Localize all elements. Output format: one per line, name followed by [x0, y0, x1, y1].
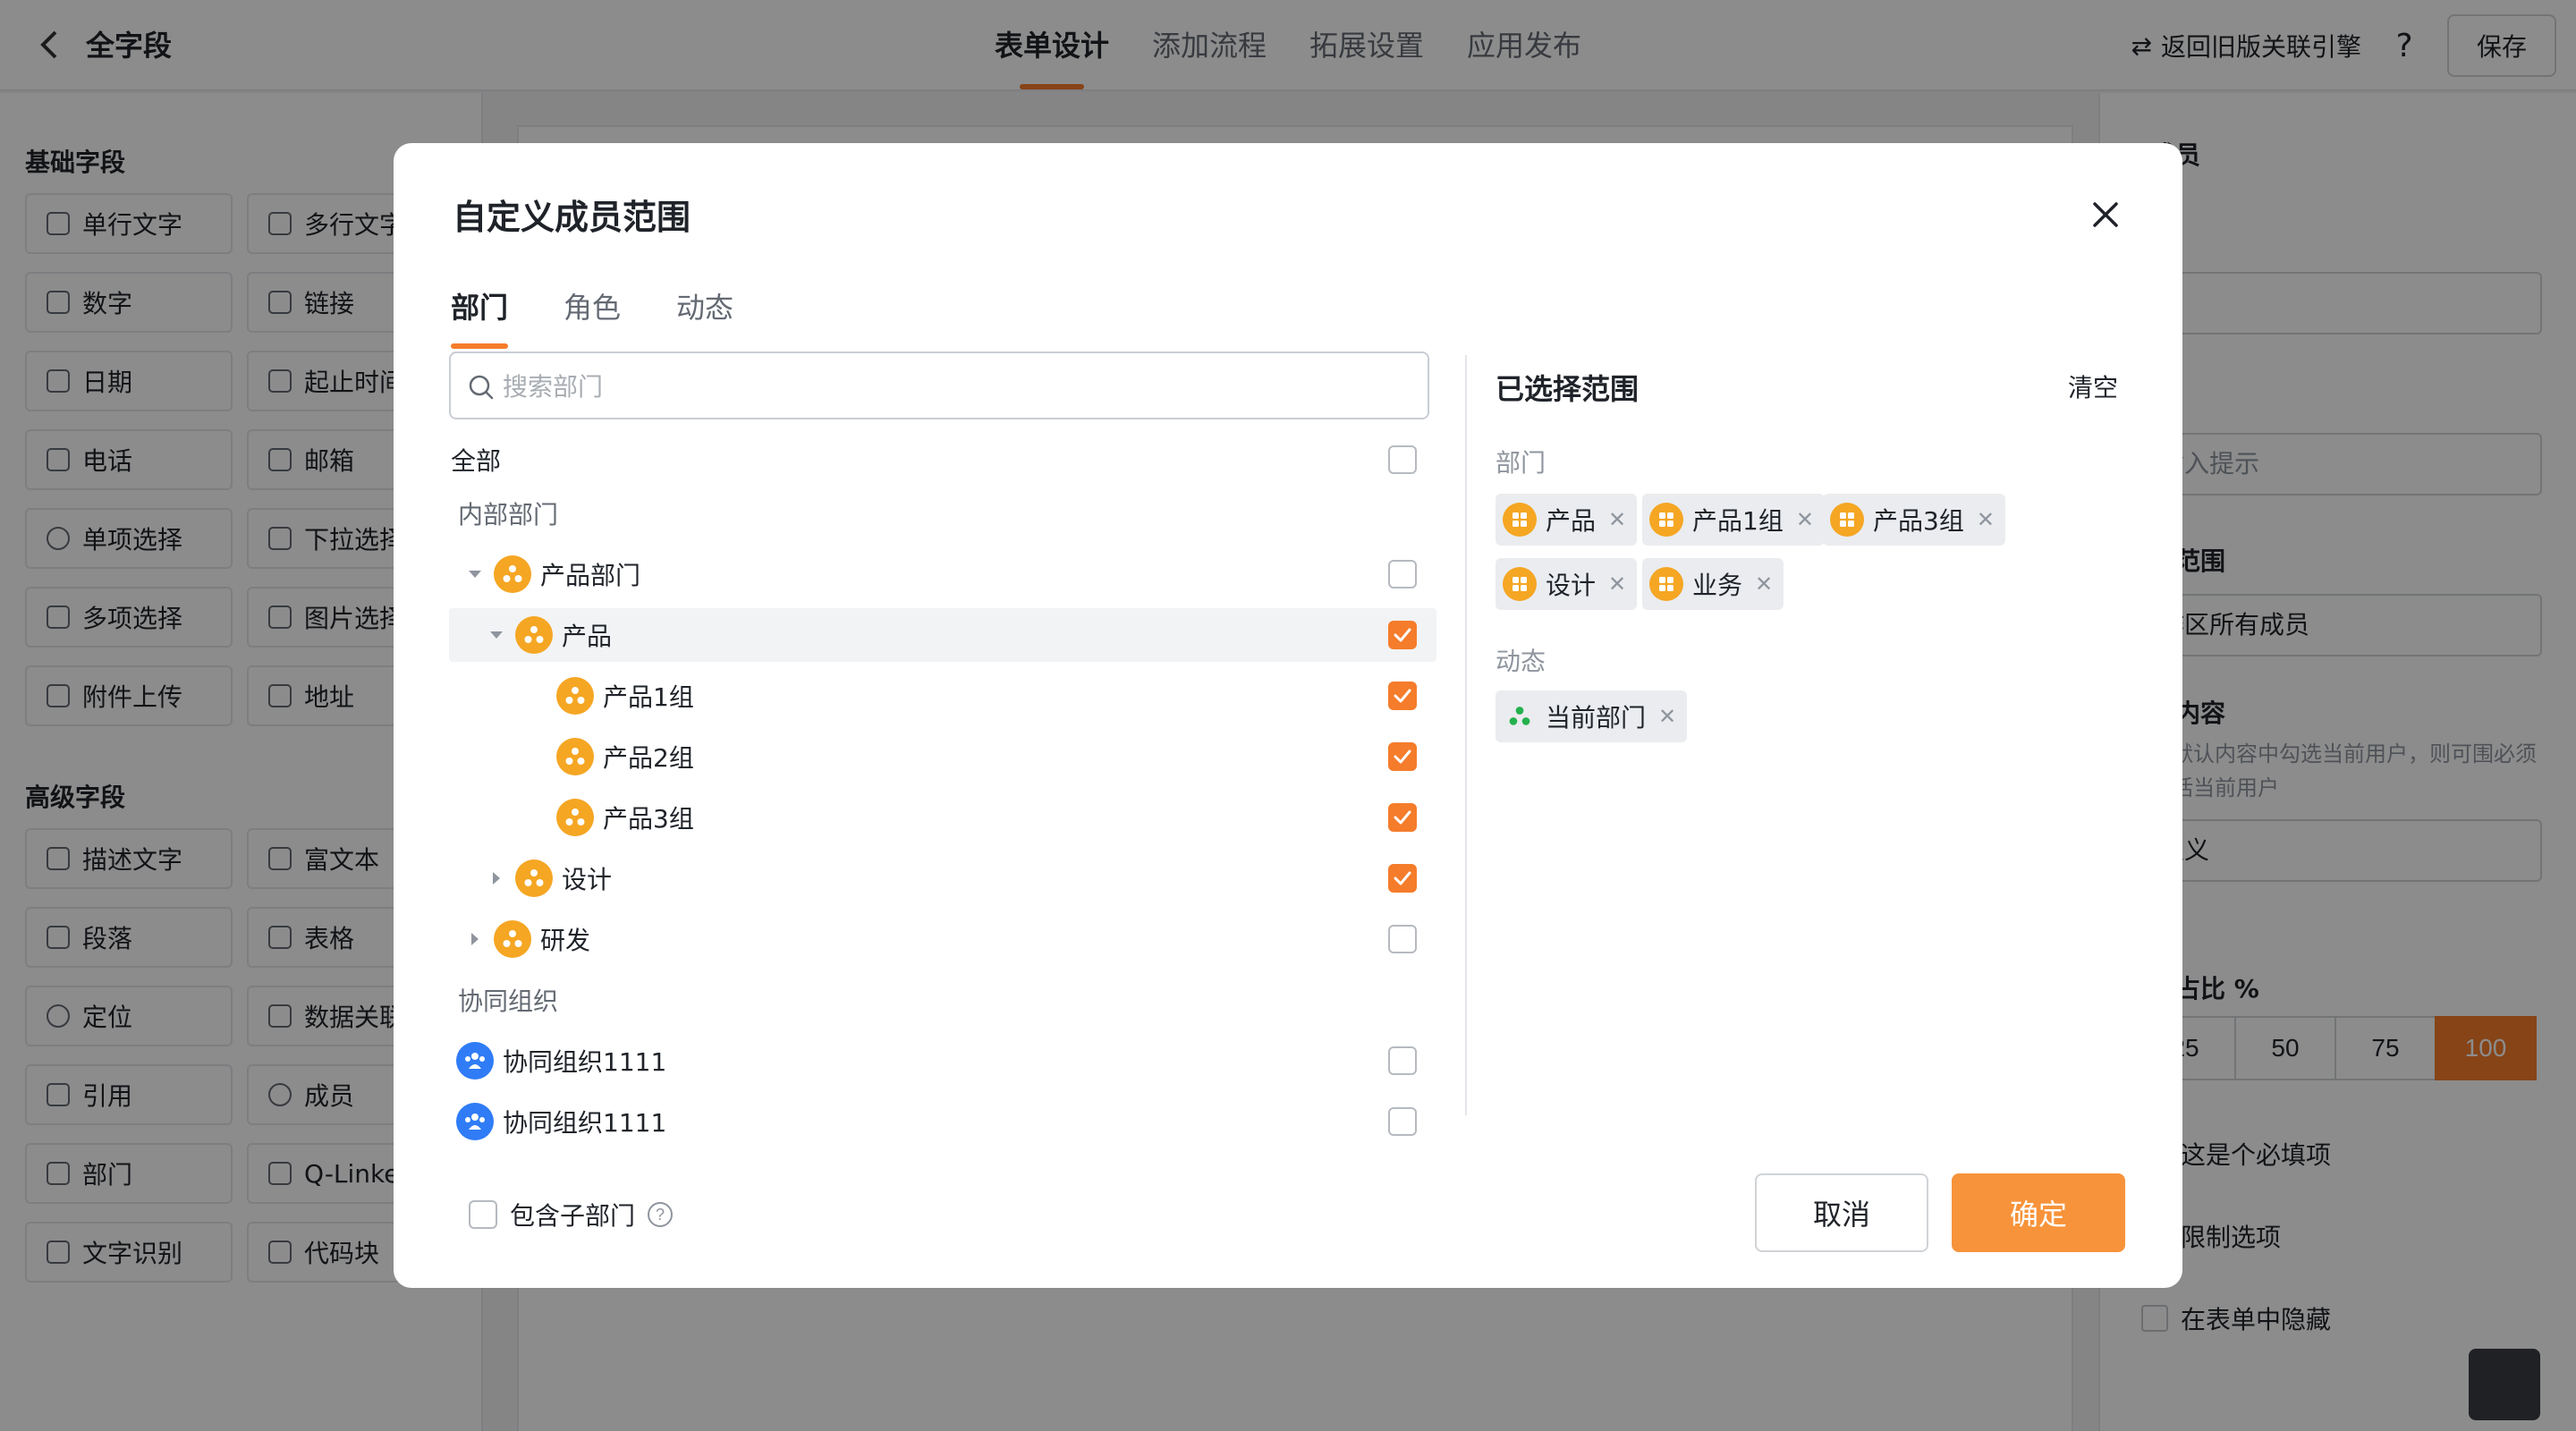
caret-right-icon[interactable]: [465, 929, 485, 949]
include-sub-label: 包含子部门: [510, 1201, 636, 1231]
group-header-internal: 内部部门: [449, 487, 1436, 540]
checkbox-checked[interactable]: [1388, 742, 1417, 771]
tree-label: 协同组织1111: [503, 1108, 667, 1138]
dialog-title: 自定义成员范围: [453, 198, 691, 237]
tree-row[interactable]: 产品3组: [449, 791, 1436, 844]
checkbox-checked[interactable]: [1388, 682, 1417, 710]
selected-tag: 当前部门 ✕: [1496, 690, 1688, 742]
tree-row[interactable]: 产品2组: [449, 730, 1436, 783]
dept-icon: [1503, 567, 1537, 601]
collab-row[interactable]: 协同组织1111: [449, 1034, 1436, 1088]
team-icon: [456, 1103, 494, 1140]
tree-row[interactable]: 产品部门: [449, 547, 1436, 601]
checkbox[interactable]: [1388, 560, 1417, 588]
tree-label: 产品3组: [603, 804, 694, 834]
tree-label: 设计: [562, 865, 613, 894]
org-icon: [556, 799, 594, 836]
clear-button[interactable]: 清空: [2068, 368, 2118, 404]
caret-down-icon[interactable]: [487, 625, 506, 645]
selected-tag: 产品3组 ✕: [1823, 494, 2005, 546]
selected-tag: 业务 ✕: [1642, 558, 1784, 610]
checkbox[interactable]: [469, 1200, 497, 1229]
team-icon: [456, 1042, 494, 1080]
caret-right-icon[interactable]: [487, 868, 506, 888]
selected-tag: 产品1组 ✕: [1642, 494, 1825, 546]
selected-tag: 产品 ✕: [1496, 494, 1638, 546]
dept-icon: [1649, 503, 1683, 537]
tag-label: 当前部门: [1546, 703, 1647, 732]
tree-label: 协同组织1111: [503, 1047, 667, 1077]
tree-label: 产品1组: [603, 682, 694, 712]
cancel-button[interactable]: 取消: [1755, 1173, 1928, 1252]
search-icon: [469, 375, 494, 400]
remove-icon[interactable]: ✕: [1755, 572, 1773, 597]
tree-row[interactable]: 产品1组: [449, 669, 1436, 723]
tag-label: 产品: [1546, 506, 1597, 536]
tree-label: 产品2组: [603, 743, 694, 773]
tag-label: 设计: [1546, 571, 1597, 600]
org-icon: [556, 677, 594, 715]
remove-icon[interactable]: ✕: [1608, 507, 1626, 532]
checkbox[interactable]: [1388, 925, 1417, 953]
checkbox-checked[interactable]: [1388, 621, 1417, 649]
tab-role[interactable]: 角色: [564, 288, 621, 327]
department-search[interactable]: [449, 351, 1429, 419]
tree-label: 研发: [540, 926, 591, 955]
org-icon: [494, 920, 531, 958]
checkbox[interactable]: [1388, 1046, 1417, 1075]
question-icon[interactable]: ?: [648, 1202, 674, 1227]
tag-label: 业务: [1692, 571, 1743, 600]
checkbox-checked[interactable]: [1388, 864, 1417, 893]
include-sub-dept[interactable]: 包含子部门 ?: [469, 1197, 674, 1232]
dept-icon: [1503, 503, 1537, 537]
collab-row[interactable]: 协同组织1111: [449, 1095, 1436, 1148]
remove-icon[interactable]: ✕: [1658, 704, 1676, 729]
selected-dept-label: 部门: [1496, 448, 1546, 478]
caret-down-icon[interactable]: [465, 564, 485, 584]
dept-icon: [1649, 567, 1683, 601]
remove-icon[interactable]: ✕: [1608, 572, 1626, 597]
tree-label: 全部: [451, 446, 502, 476]
org-icon: [515, 616, 553, 654]
group-label: 内部部门: [458, 500, 559, 529]
org-icon: [494, 555, 531, 593]
tag-label: 产品1组: [1692, 506, 1784, 536]
member-range-dialog: 自定义成员范围 部门 角色 动态 全部 内部部门 产品部门 产品 产品1组: [394, 143, 2182, 1288]
tree-row[interactable]: 设计: [449, 851, 1436, 905]
group-label: 协同组织: [458, 986, 559, 1016]
org-icon: [515, 859, 553, 897]
dept-icon: [1830, 503, 1864, 537]
confirm-button[interactable]: 确定: [1952, 1173, 2125, 1252]
tag-label: 产品3组: [1873, 506, 1964, 536]
search-input[interactable]: [503, 360, 1415, 412]
tab-department[interactable]: 部门: [451, 288, 509, 349]
org-icon: [556, 738, 594, 775]
checkbox[interactable]: [1388, 445, 1417, 474]
tree-row-all[interactable]: 全部: [449, 433, 1436, 487]
panel-divider: [1465, 355, 1467, 1115]
org-icon: [1503, 699, 1537, 733]
remove-icon[interactable]: ✕: [1977, 507, 1995, 532]
close-icon[interactable]: [2084, 193, 2127, 236]
group-header-collab: 协同组织: [449, 973, 1436, 1027]
tree-label: 产品: [562, 622, 613, 651]
tree-row[interactable]: 产品: [449, 608, 1436, 662]
selected-dynamic-label: 动态: [1496, 647, 1546, 676]
remove-icon[interactable]: ✕: [1796, 507, 1814, 532]
tab-dynamic[interactable]: 动态: [676, 288, 733, 327]
checkbox[interactable]: [1388, 1107, 1417, 1136]
selected-title: 已选择范围: [1496, 372, 1640, 406]
tree-row[interactable]: 研发: [449, 912, 1436, 966]
checkbox-checked[interactable]: [1388, 803, 1417, 832]
selected-tag: 设计 ✕: [1496, 558, 1638, 610]
range-tabs: 部门 角色 动态: [451, 288, 733, 349]
tree-label: 产品部门: [540, 561, 641, 590]
